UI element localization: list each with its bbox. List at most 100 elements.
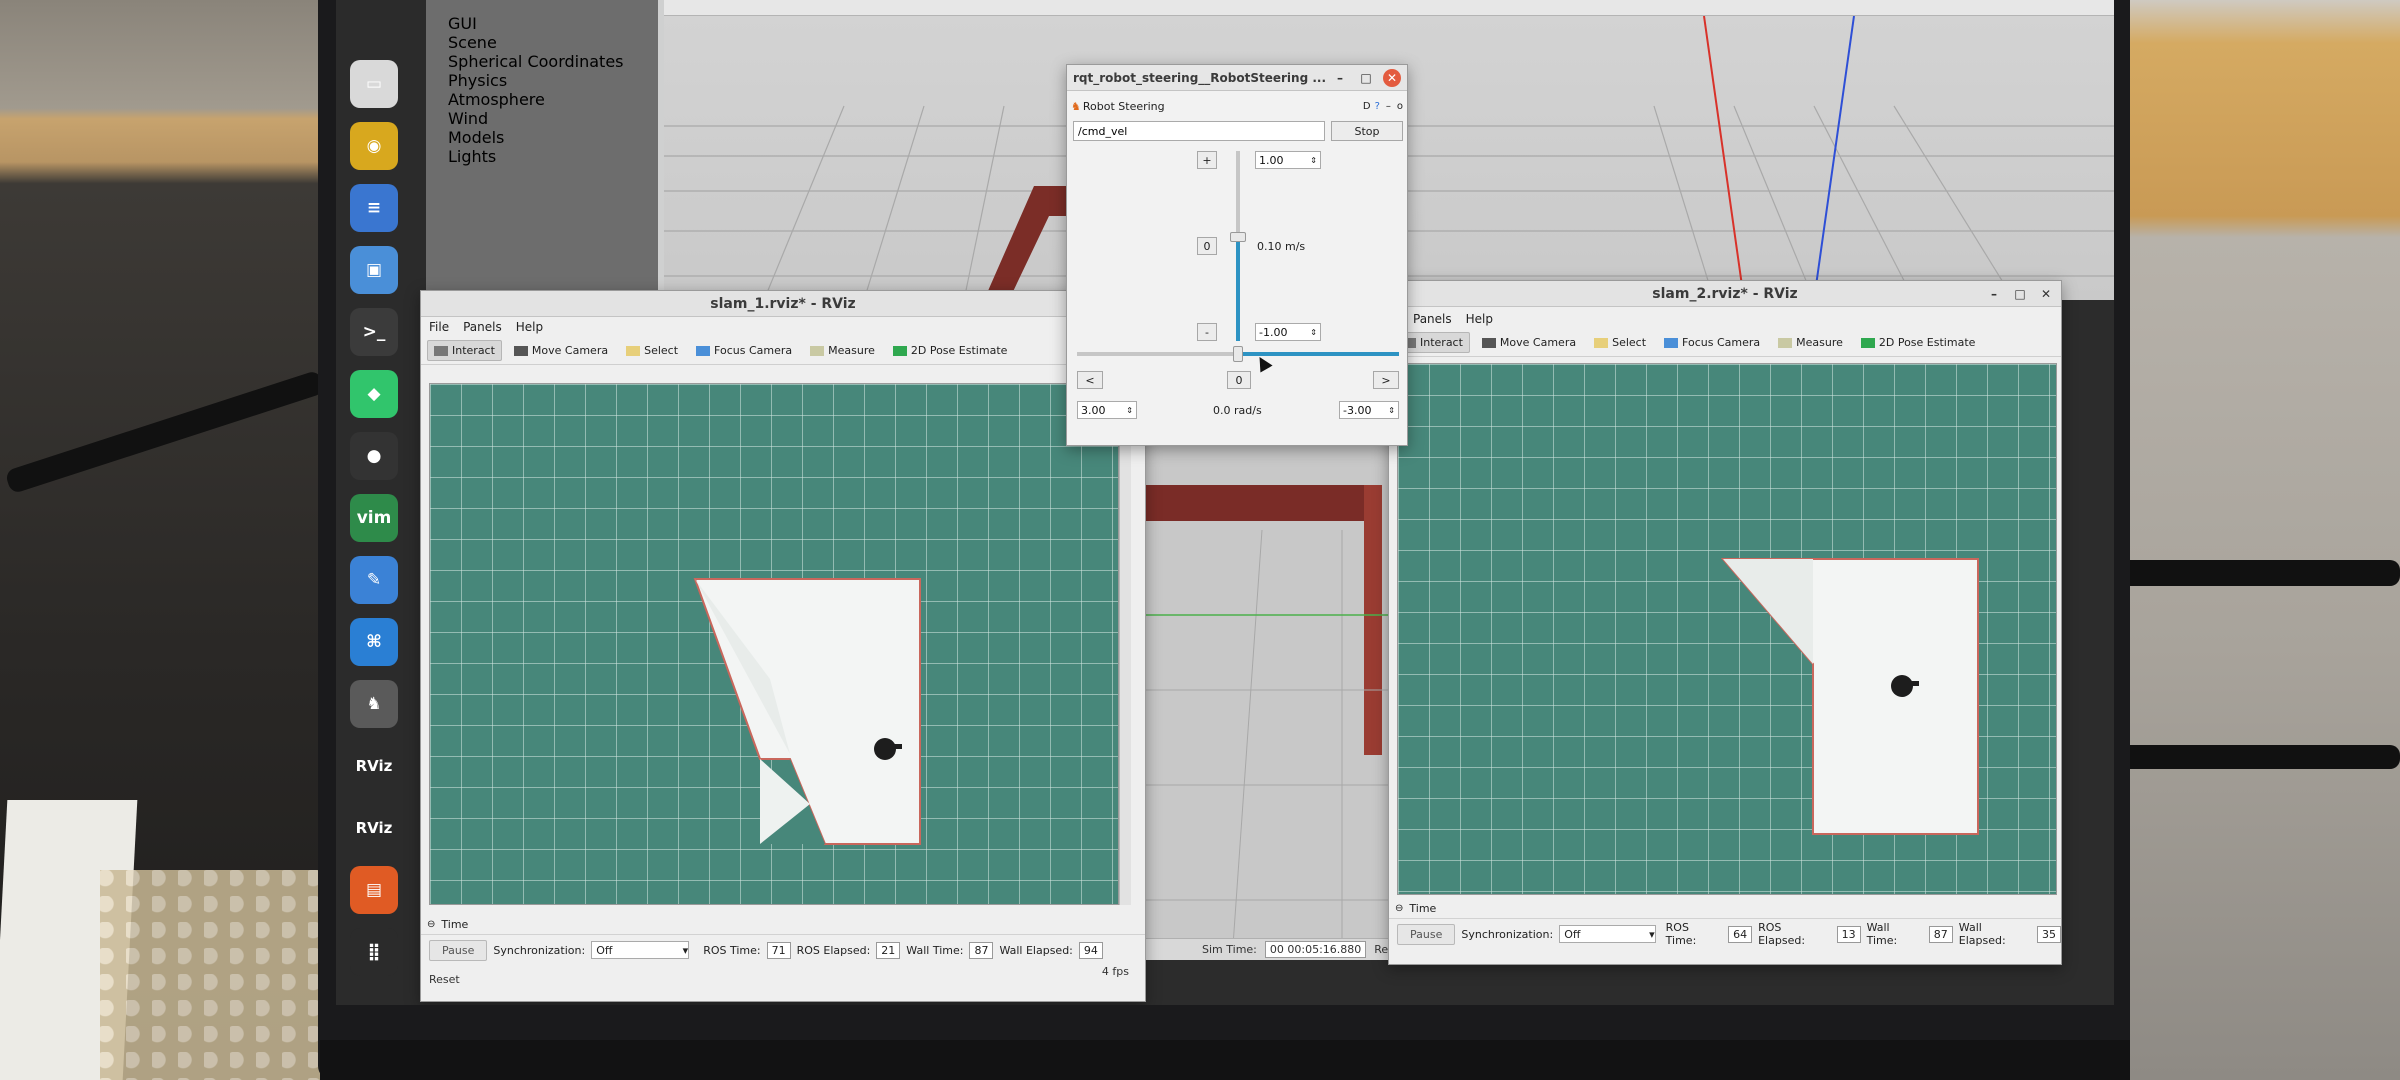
vim-icon[interactable]: vim <box>350 494 398 542</box>
terminal-icon[interactable]: >_ <box>350 308 398 356</box>
collapse-icon[interactable]: ⊖ <box>1395 903 1403 914</box>
tool-interact[interactable]: Interact <box>427 340 502 361</box>
tool-select[interactable]: Select <box>1588 333 1652 352</box>
close-icon[interactable]: ✕ <box>2037 285 2055 303</box>
sync-value: Off <box>596 943 613 957</box>
steering-titlebar[interactable]: rqt_robot_steering__RobotSteering ... – … <box>1067 65 1407 91</box>
tool-move-camera[interactable]: Move Camera <box>508 341 614 360</box>
time-panel-title: Time <box>1409 902 1437 915</box>
angular-left-button[interactable]: < <box>1077 371 1103 389</box>
help-icon[interactable]: ? <box>1375 101 1380 112</box>
sync-select[interactable]: Off ▾ <box>591 941 690 959</box>
steering-window-controls: – □ ✕ <box>1331 69 1401 87</box>
world-tree-item[interactable]: Atmosphere <box>448 90 628 109</box>
tool-move-camera[interactable]: Move Camera <box>1476 333 1582 352</box>
writer-icon[interactable]: ≡ <box>350 184 398 232</box>
tool-label: Move Camera <box>531 344 609 357</box>
world-tree-item[interactable]: Lights <box>448 147 628 166</box>
tool-focus-camera[interactable]: Focus Camera <box>1658 333 1766 352</box>
text-editor-icon[interactable]: ✎ <box>350 556 398 604</box>
robot-steering-window[interactable]: rqt_robot_steering__RobotSteering ... – … <box>1066 64 1408 446</box>
robot-steering-icon[interactable]: ♞ <box>350 680 398 728</box>
tool-focus-camera[interactable]: Focus Camera <box>690 341 798 360</box>
linear-zero-button[interactable]: 0 <box>1197 237 1217 255</box>
world-tree-item[interactable]: Physics <box>448 71 628 90</box>
topic-input[interactable]: /cmd_vel <box>1073 121 1325 141</box>
close-icon[interactable]: ✕ <box>1383 69 1401 87</box>
min-angular-value: -3.00 <box>1343 403 1372 417</box>
menu-help[interactable]: Help <box>516 320 543 334</box>
pause-button[interactable]: Pause <box>1397 923 1456 945</box>
rviz-icon-1[interactable]: RViz <box>350 742 398 790</box>
rviz2-titlebar[interactable]: slam_2.rviz* - RViz – □ ✕ <box>1389 281 2061 307</box>
angular-zero-button[interactable]: 0 <box>1227 371 1251 389</box>
min-angular-spinbox[interactable]: -3.00 ⇕ <box>1339 401 1399 419</box>
rviz1-map-view[interactable] <box>429 383 1119 905</box>
maximize-icon[interactable]: □ <box>2011 285 2029 303</box>
rviz2-time-panel: ⊖ Time Pause Synchronization: Off ▾ ROS T… <box>1389 899 2061 949</box>
layers-icon[interactable]: ▤ <box>350 866 398 914</box>
sync-value: Off <box>1564 927 1581 941</box>
menu-file[interactable]: File <box>429 320 449 334</box>
max-linear-spinbox[interactable]: 1.00 ⇕ <box>1255 151 1321 169</box>
app-grid-icon[interactable]: ⣿ <box>350 928 398 976</box>
rviz-window-2[interactable]: slam_2.rviz* - RViz – □ ✕ Panels Help Int… <box>1388 280 2062 965</box>
rviz2-scan-svg <box>1720 558 1979 835</box>
menu-help[interactable]: Help <box>1466 312 1493 326</box>
spin-arrows-icon: ⇕ <box>1310 327 1317 337</box>
menu-panels[interactable]: Panels <box>1413 312 1452 326</box>
tool-measure[interactable]: Measure <box>804 341 881 360</box>
angular-right-button[interactable]: > <box>1373 371 1399 389</box>
steering-title: rqt_robot_steering__RobotSteering ... <box>1073 70 1327 85</box>
3d-cube-icon[interactable]: ◆ <box>350 370 398 418</box>
wall-time-value: 87 <box>1928 925 1953 943</box>
files-icon[interactable]: ▭ <box>350 60 398 108</box>
tool-label: Select <box>644 344 679 357</box>
rviz-icon-2[interactable]: RViz <box>350 804 398 852</box>
gazebo-toolbar <box>664 0 2114 16</box>
sync-select[interactable]: Off ▾ <box>1559 925 1656 943</box>
maximize-icon[interactable]: □ <box>1357 69 1375 87</box>
rviz1-titlebar[interactable]: slam_1.rviz* - RViz <box>421 291 1145 317</box>
plugin-minimize-icon[interactable]: – <box>1386 101 1391 112</box>
reset-button[interactable]: Reset <box>429 973 460 986</box>
plugin-title: Robot Steering <box>1082 99 1165 113</box>
world-tree-item[interactable]: Models <box>448 128 628 147</box>
tool-2d-pose-estimate[interactable]: 2D Pose Estimate <box>887 341 1014 360</box>
vscode-icon[interactable]: ⌘ <box>350 618 398 666</box>
screen-recorder-icon[interactable]: ● <box>350 432 398 480</box>
world-tree-item[interactable]: Wind <box>448 109 628 128</box>
tool-label: 2D Pose Estimate <box>910 344 1008 357</box>
rviz2-map-view[interactable] <box>1397 363 2057 895</box>
minimize-icon[interactable]: – <box>1331 69 1349 87</box>
wall-model <box>1142 485 1382 521</box>
world-tree-item[interactable]: Spherical Coordinates <box>448 52 628 71</box>
move-camera-icon <box>1481 337 1496 348</box>
linear-slider-handle[interactable] <box>1230 231 1246 242</box>
x-axis-line <box>1703 16 1745 300</box>
linear-increase-button[interactable]: + <box>1197 151 1217 169</box>
collapse-icon[interactable]: ⊖ <box>427 919 435 930</box>
rviz-window-1[interactable]: slam_1.rviz* - RViz File Panels Help Inter… <box>420 290 1146 1002</box>
pause-button[interactable]: Pause <box>429 939 488 961</box>
tool-measure[interactable]: Measure <box>1772 333 1849 352</box>
tool-2d-pose-estimate[interactable]: 2D Pose Estimate <box>1855 333 1982 352</box>
world-tree-item[interactable]: GUI <box>448 14 628 33</box>
world-tree-item[interactable]: Scene <box>448 33 628 52</box>
min-linear-spinbox[interactable]: -1.00 ⇕ <box>1255 323 1321 341</box>
minimize-icon[interactable]: – <box>1985 285 2003 303</box>
plugin-help-button[interactable]: D <box>1363 101 1371 112</box>
plugin-close-icon[interactable]: o <box>1397 101 1403 112</box>
tool-select[interactable]: Select <box>620 341 684 360</box>
2d-pose-estimate-icon <box>1860 337 1875 348</box>
spin-arrows-icon: ⇕ <box>1388 405 1395 415</box>
max-angular-spinbox[interactable]: 3.00 ⇕ <box>1077 401 1137 419</box>
rhythmbox-icon[interactable]: ◉ <box>350 122 398 170</box>
tool-label: Select <box>1612 336 1647 349</box>
rviz1-side-splitter[interactable] <box>1119 383 1131 905</box>
stop-button[interactable]: Stop <box>1331 121 1403 141</box>
software-icon[interactable]: ▣ <box>350 246 398 294</box>
menu-panels[interactable]: Panels <box>463 320 502 334</box>
linear-decrease-button[interactable]: - <box>1197 323 1217 341</box>
angular-slider-handle[interactable] <box>1233 346 1243 362</box>
